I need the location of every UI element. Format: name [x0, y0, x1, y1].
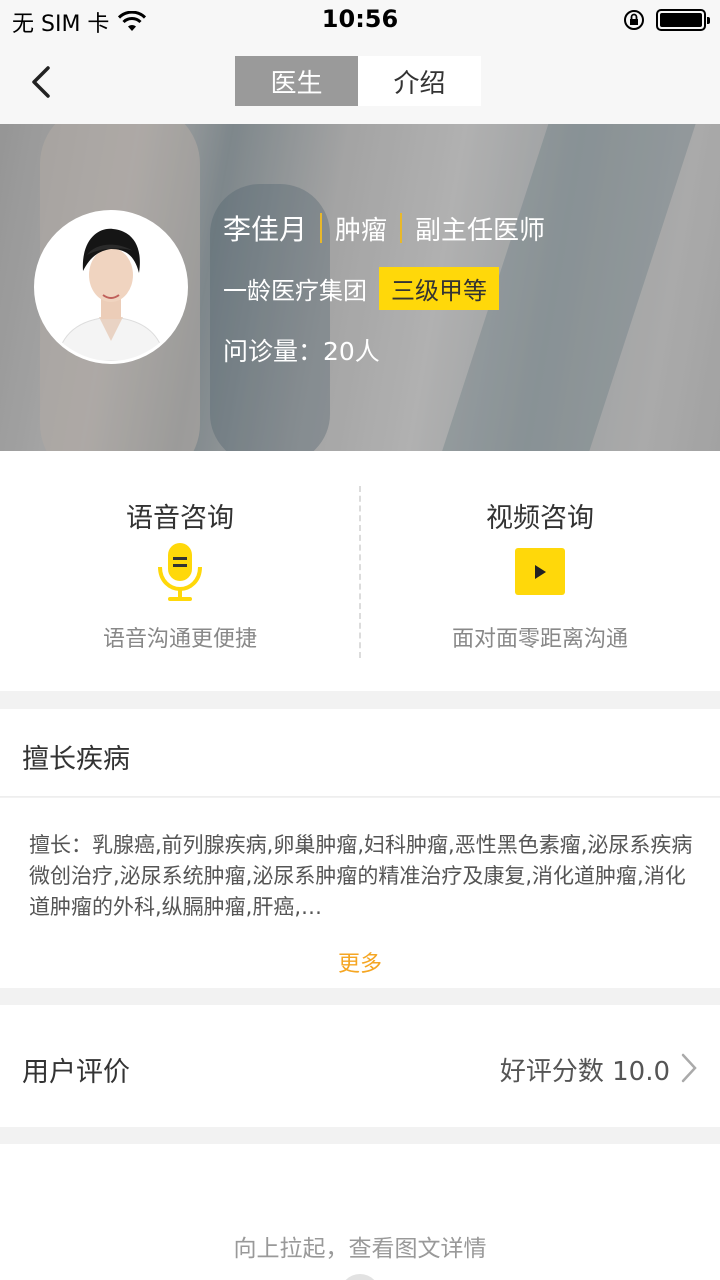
separator: [400, 213, 403, 243]
microphone-icon: [158, 543, 202, 601]
doctor-title: 副主任医师: [415, 215, 546, 246]
review-score: 好评分数 10.0: [499, 1057, 670, 1087]
segment-control: 医生 介绍: [235, 56, 481, 106]
doctor-hero: 李佳月 肿瘤 副主任医师 一龄医疗集团 三级甲等 问诊量：20人: [0, 124, 720, 451]
nav-bar: 医生 介绍: [0, 40, 720, 124]
voice-consult-button[interactable]: 语音咨询 语音沟通更便捷: [0, 451, 360, 691]
doctor-portrait-icon: [37, 213, 185, 361]
chevron-right-icon: [681, 1053, 697, 1083]
orientation-lock-icon: [624, 10, 644, 30]
pull-up-area[interactable]: 向上拉起，查看图文详情: [0, 1144, 720, 1280]
more-link[interactable]: 更多: [0, 946, 720, 978]
consult-options: 语音咨询 语音沟通更便捷 视频咨询 面对面零距离沟通: [0, 451, 720, 691]
play-icon: [515, 548, 565, 595]
video-consult-title: 视频咨询: [486, 503, 594, 534]
doctor-avatar[interactable]: [34, 210, 188, 364]
status-right: [622, 8, 710, 32]
hospital-row: 一龄医疗集团 三级甲等: [223, 267, 499, 310]
voice-consult-desc: 语音沟通更便捷: [102, 627, 257, 652]
clock: 10:56: [321, 5, 399, 33]
pull-up-handle-icon[interactable]: [340, 1274, 380, 1280]
review-heading: 用户评价: [22, 1057, 130, 1088]
video-consult-desc: 面对面零距离沟通: [451, 627, 628, 652]
doctor-department: 肿瘤: [335, 215, 388, 246]
voice-consult-title: 语音咨询: [126, 503, 234, 534]
specialty-heading: 擅长疾病: [22, 744, 130, 775]
doctor-name: 李佳月: [223, 213, 308, 246]
doctor-info-row: 李佳月 肿瘤 副主任医师: [223, 208, 545, 248]
video-consult-button[interactable]: 视频咨询 面对面零距离沟通: [360, 451, 720, 691]
back-arrow-icon[interactable]: [26, 62, 66, 102]
tab-intro[interactable]: 介绍: [358, 56, 481, 106]
status-bar: 无 SIM 卡 10:56: [0, 0, 720, 40]
tab-doctor[interactable]: 医生: [235, 56, 358, 106]
hospital-name: 一龄医疗集团: [223, 277, 367, 305]
separator: [320, 213, 323, 243]
specialty-body: 擅长：乳腺癌,前列腺疾病,卵巢肿瘤,妇科肿瘤,恶性黑色素瘤,泌尿系疾病微创治疗,…: [0, 798, 720, 988]
visit-count: 问诊量：20人: [223, 337, 380, 366]
pull-up-hint: 向上拉起，查看图文详情: [233, 1236, 487, 1262]
specialty-text: 擅长：乳腺癌,前列腺疾病,卵巢肿瘤,妇科肿瘤,恶性黑色素瘤,泌尿系疾病微创治疗,…: [29, 833, 693, 919]
user-review-row[interactable]: 用户评价 好评分数 10.0: [0, 1005, 720, 1127]
hospital-level-badge: 三级甲等: [379, 267, 499, 310]
specialty-header: 擅长疾病: [0, 709, 720, 797]
battery-icon: [656, 9, 710, 31]
